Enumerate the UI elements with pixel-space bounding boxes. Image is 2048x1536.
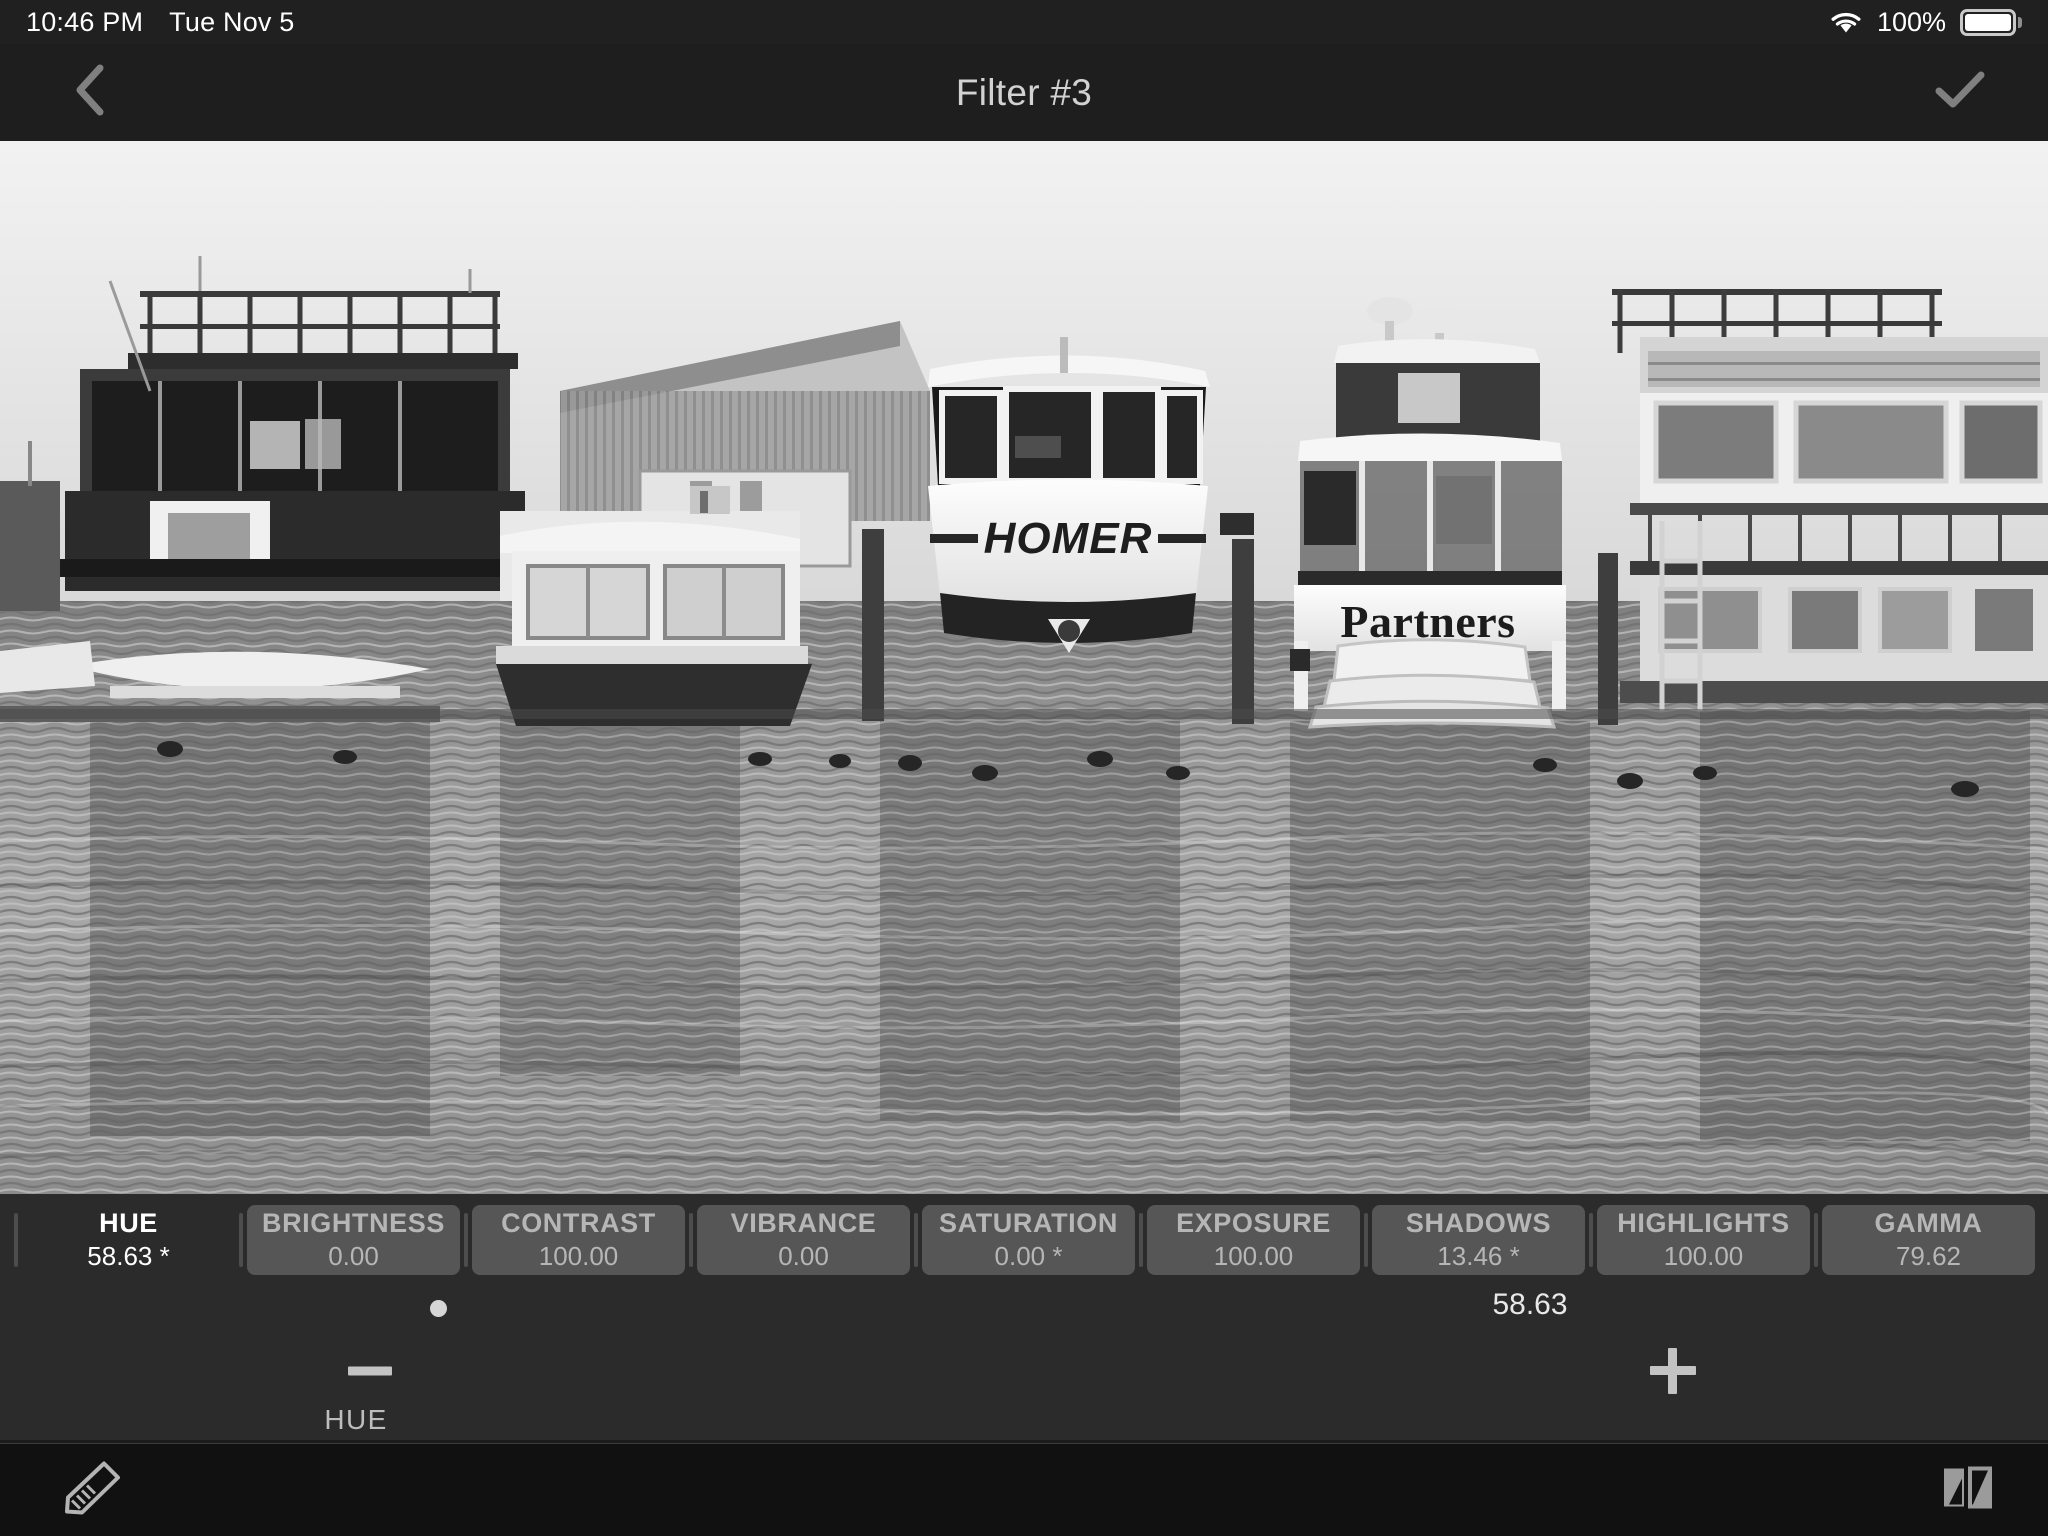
tab-separator xyxy=(1364,1213,1368,1267)
slider-label: HUE xyxy=(324,1404,388,1435)
slider-default-marker xyxy=(430,1300,447,1317)
tab-gamma[interactable]: GAMMA 79.62 xyxy=(1822,1205,2035,1275)
tab-value: 100.00 xyxy=(538,1241,619,1271)
tab-value: 13.46 * xyxy=(1437,1241,1520,1271)
page-title: Filter #3 xyxy=(955,71,1093,113)
battery-icon xyxy=(1960,8,2022,36)
tab-label: VIBRANCE xyxy=(730,1208,877,1238)
tab-vibrance[interactable]: VIBRANCE 0.00 xyxy=(697,1205,910,1275)
tab-separator xyxy=(689,1213,693,1267)
tab-brightness[interactable]: BRIGHTNESS 0.00 xyxy=(247,1205,460,1275)
brush-icon[interactable] xyxy=(58,1457,124,1524)
tab-separator xyxy=(464,1213,468,1267)
tab-contrast[interactable]: CONTRAST 100.00 xyxy=(472,1205,685,1275)
minus-button[interactable] xyxy=(348,1366,392,1376)
plus-button[interactable] xyxy=(1650,1348,1696,1394)
tab-value: 0.00 xyxy=(328,1241,379,1271)
tab-label: CONTRAST xyxy=(501,1208,656,1238)
status-time: 10:46 PM xyxy=(26,6,144,37)
tab-value: 0.00 * xyxy=(994,1241,1063,1271)
tab-value: 100.00 xyxy=(1213,1241,1294,1271)
wifi-icon xyxy=(1829,9,1863,35)
status-bar-right: 100% xyxy=(1829,7,2022,38)
tab-label: HIGHLIGHTS xyxy=(1617,1208,1790,1238)
photo-editor-app: 10:46 PM Tue Nov 5 100% Filter #3 HOMER … xyxy=(0,0,2048,1536)
tab-separator xyxy=(1139,1213,1143,1267)
photo-image: HOMER Partners xyxy=(0,141,2048,1194)
slider-row xyxy=(0,1340,2048,1402)
tab-value: 58.63 * xyxy=(87,1241,170,1271)
split-compare-icon[interactable] xyxy=(1940,1461,1994,1520)
status-date: Tue Nov 5 xyxy=(169,6,295,37)
svg-text:HOMER: HOMER xyxy=(984,514,1153,563)
tab-label: HUE xyxy=(99,1208,158,1238)
tab-exposure[interactable]: EXPOSURE 100.00 xyxy=(1147,1205,1360,1275)
status-bar: 10:46 PM Tue Nov 5 100% xyxy=(0,0,2048,44)
back-button[interactable] xyxy=(62,63,118,122)
bottom-bar: 29% xyxy=(0,1443,2048,1536)
chevron-left-icon xyxy=(73,63,107,122)
tab-separator xyxy=(239,1213,243,1267)
tab-separator xyxy=(914,1213,918,1267)
nav-bar: Filter #3 xyxy=(0,44,2048,141)
tab-label: SATURATION xyxy=(939,1208,1118,1238)
tab-separator xyxy=(14,1213,18,1267)
tab-highlights[interactable]: HIGHLIGHTS 100.00 xyxy=(1597,1205,1810,1275)
checkmark-icon xyxy=(1935,70,1985,115)
tab-separator xyxy=(1589,1213,1593,1267)
tab-value: 79.62 xyxy=(1895,1241,1962,1271)
tab-label: GAMMA xyxy=(1874,1208,1983,1238)
tab-label: EXPOSURE xyxy=(1176,1208,1331,1238)
done-button[interactable] xyxy=(1928,65,1992,121)
tab-value: 0.00 xyxy=(778,1241,829,1271)
tab-value: 100.00 xyxy=(1663,1241,1744,1271)
tab-saturation[interactable]: SATURATION 0.00 * xyxy=(922,1205,1135,1275)
status-bar-left: 10:46 PM Tue Nov 5 xyxy=(26,7,295,38)
tab-hue[interactable]: HUE 58.63 * xyxy=(22,1205,235,1275)
tab-label: SHADOWS xyxy=(1405,1208,1552,1238)
slider-value-readout: 58.63 xyxy=(1492,1288,1568,1321)
battery-percent: 100% xyxy=(1876,6,1946,37)
adjustment-tab-strip[interactable]: HUE 58.63 * BRIGHTNESS 0.00 CONTRAST 100… xyxy=(0,1194,2048,1286)
photo-canvas[interactable]: HOMER Partners xyxy=(0,141,2048,1194)
tab-shadows[interactable]: SHADOWS 13.46 * xyxy=(1372,1205,1585,1275)
tab-separator xyxy=(1814,1213,1818,1267)
tab-label: BRIGHTNESS xyxy=(261,1208,446,1238)
